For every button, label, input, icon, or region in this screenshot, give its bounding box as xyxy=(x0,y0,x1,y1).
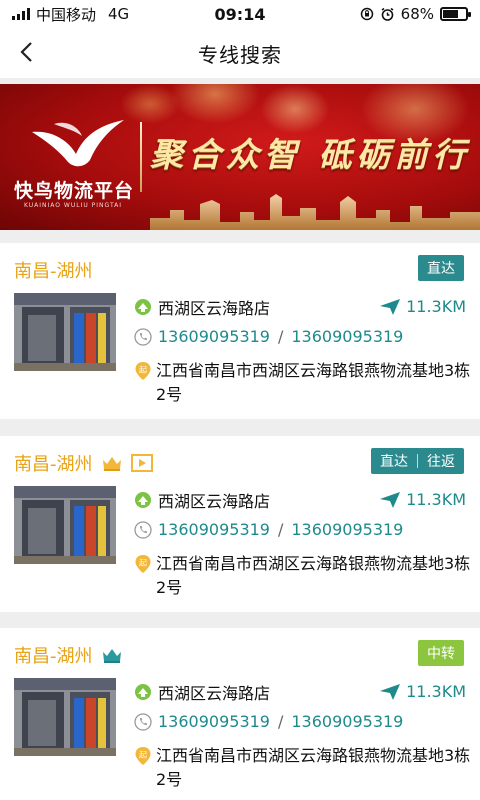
bird-logo xyxy=(32,120,124,167)
svg-text:起: 起 xyxy=(139,751,147,760)
phone-number-2[interactable]: 13609095319 xyxy=(291,712,403,731)
navigation-bar: 专线搜索 xyxy=(0,28,480,78)
distance-value: 11.3KM xyxy=(406,682,466,701)
phone-number-1[interactable]: 13609095319 xyxy=(158,327,270,346)
video-icon xyxy=(130,454,153,472)
service-badge: 直达 往返 xyxy=(371,448,464,474)
phone-separator: / xyxy=(277,520,284,539)
network-type: 4G xyxy=(108,5,130,23)
svg-text:起: 起 xyxy=(139,366,147,375)
status-bar: 中国移动 4G 09:14 68% xyxy=(0,0,480,28)
store-address: 江西省南昌市西湖区云海路银燕物流基地3栋2号 xyxy=(156,361,471,404)
store-location-icon xyxy=(134,491,152,509)
banner-divider xyxy=(140,122,142,192)
store-name: 西湖区云海路店 xyxy=(158,684,271,703)
phone-number-1[interactable]: 13609095319 xyxy=(158,712,270,731)
service-badge: 中转 xyxy=(418,640,464,666)
navigation-arrow-icon xyxy=(380,683,401,700)
store-photo xyxy=(14,486,116,564)
battery-percent: 68% xyxy=(400,5,434,23)
phone-icon xyxy=(134,712,152,731)
origin-pin-icon: 起 xyxy=(134,554,152,581)
origin-pin-icon: 起 xyxy=(134,361,152,388)
store-address: 江西省南昌市西湖区云海路银燕物流基地3栋2号 xyxy=(156,746,471,789)
phone-icon xyxy=(134,520,152,539)
navigation-arrow-icon xyxy=(380,298,401,315)
status-time: 09:14 xyxy=(214,4,266,24)
store-photo xyxy=(14,678,116,756)
battery-icon xyxy=(440,7,471,21)
store-photo xyxy=(14,293,116,371)
banner-slogan: 聚合众智 砥砺前行 xyxy=(150,135,471,174)
store-name: 西湖区云海路店 xyxy=(158,492,271,511)
route-title: 南昌-湖州 xyxy=(14,261,93,282)
badge-round-trip: 往返 xyxy=(427,454,455,470)
phone-number-2[interactable]: 13609095319 xyxy=(291,520,403,539)
distance-value: 11.3KM xyxy=(406,297,466,316)
service-badge: 直达 xyxy=(418,255,464,281)
alarm-icon xyxy=(380,7,395,22)
store-location-icon xyxy=(134,683,152,701)
promo-banner[interactable]: 快鸟物流平台 KUAINIAO WULIU PINGTAI 聚合众智 砥砺前行 xyxy=(0,84,480,230)
carrier-name: 中国移动 xyxy=(36,5,97,24)
phone-number-2[interactable]: 13609095319 xyxy=(291,327,403,346)
signal-icon xyxy=(12,8,30,20)
store-location-icon xyxy=(134,298,152,316)
city-skyline xyxy=(150,194,480,230)
brand-name: 快鸟物流平台 xyxy=(14,180,135,202)
phone-icon xyxy=(134,327,152,346)
store-address: 江西省南昌市西湖区云海路银燕物流基地3栋2号 xyxy=(156,554,471,597)
gold-crown-icon xyxy=(101,454,123,472)
teal-crown-icon xyxy=(101,646,123,664)
badge-direct: 直达 xyxy=(427,261,455,277)
store-name: 西湖区云海路店 xyxy=(158,299,271,318)
route-card[interactable]: 南昌-湖州 直达 西湖区云海路店 11.3KM 13609095319 / 13… xyxy=(0,243,480,419)
route-card[interactable]: 南昌-湖州 中转 西湖区云海路店 11.3KM 13609095319 / 13… xyxy=(0,628,480,800)
lock-rotation-icon xyxy=(360,7,374,21)
distance-value: 11.3KM xyxy=(406,490,466,509)
chevron-left-icon xyxy=(20,42,32,62)
phone-separator: / xyxy=(277,327,284,346)
navigation-arrow-icon xyxy=(380,491,401,508)
phone-separator: / xyxy=(277,712,284,731)
brand-subtitle: KUAINIAO WULIU PINGTAI xyxy=(24,202,123,209)
svg-text:起: 起 xyxy=(139,559,147,568)
page-title: 专线搜索 xyxy=(198,42,282,67)
route-title: 南昌-湖州 xyxy=(14,454,93,475)
badge-direct: 直达 xyxy=(380,454,408,470)
route-card[interactable]: 南昌-湖州 直达 往返 西湖区云海路店 11.3KM 13609095319 / … xyxy=(0,436,480,612)
back-button[interactable] xyxy=(8,34,44,70)
origin-pin-icon: 起 xyxy=(134,746,152,773)
route-title: 南昌-湖州 xyxy=(14,646,93,667)
badge-transfer: 中转 xyxy=(427,646,455,662)
phone-number-1[interactable]: 13609095319 xyxy=(158,520,270,539)
